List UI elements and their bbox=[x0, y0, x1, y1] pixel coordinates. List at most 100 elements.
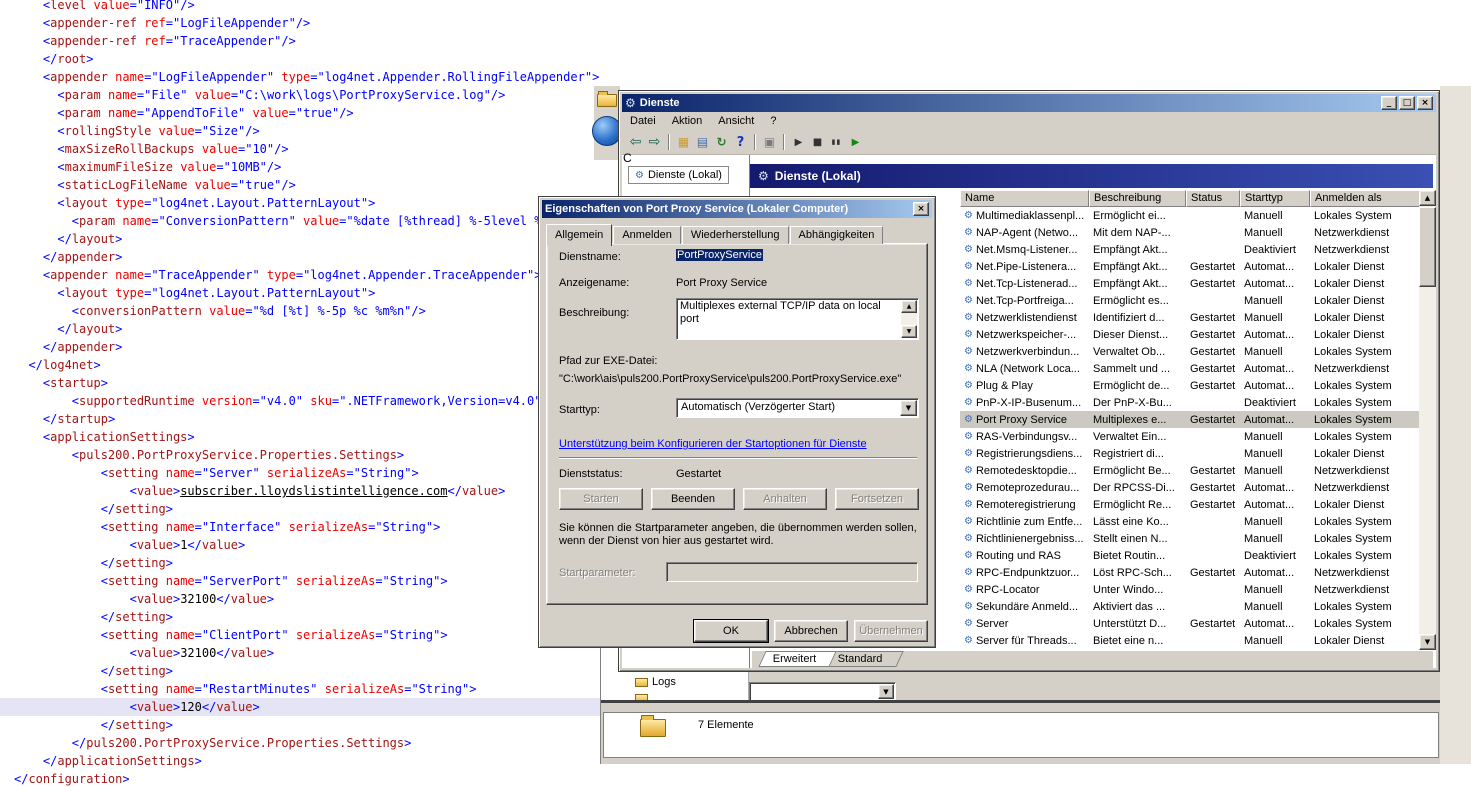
close-icon[interactable]: × bbox=[1417, 96, 1433, 110]
forward-icon[interactable]: ⇨ bbox=[645, 133, 664, 151]
übernehmen-button[interactable]: Übernehmen bbox=[854, 620, 928, 642]
back-icon[interactable]: ⇦ bbox=[626, 133, 645, 151]
folder-item[interactable]: Logs bbox=[635, 674, 748, 690]
service-row[interactable]: ⚙NetzwerklistendienstIdentifiziert d...G… bbox=[960, 309, 1420, 326]
service-row[interactable]: ⚙RPC-LocatorUnter Windo...ManuellNetzwer… bbox=[960, 581, 1420, 598]
toolbar: ⇦⇨▦▤↻?▣▶■▮▮▶ bbox=[622, 130, 1436, 155]
folder-item[interactable] bbox=[635, 690, 748, 700]
chevron-down-icon[interactable]: ▼ bbox=[900, 400, 917, 416]
service-row[interactable]: ⚙Richtlinienergebniss...Stellt einen N..… bbox=[960, 530, 1420, 547]
menu-item[interactable]: Datei bbox=[622, 113, 664, 129]
service-row[interactable]: ⚙Multimediaklassenpl...Ermöglicht ei...M… bbox=[960, 207, 1420, 224]
startup-type-select[interactable]: Automatisch (Verzögerter Start) ▼ bbox=[676, 398, 919, 418]
starten-button[interactable]: Starten bbox=[559, 488, 643, 510]
service-starttype: Manuell bbox=[1240, 312, 1310, 324]
service-gear-icon: ⚙ bbox=[964, 550, 973, 561]
column-header[interactable]: Starttyp bbox=[1240, 190, 1310, 207]
service-gear-icon: ⚙ bbox=[964, 516, 973, 527]
scrollbar-thumb[interactable] bbox=[1419, 207, 1436, 287]
service-logon-as: Lokaler Dienst bbox=[1310, 329, 1420, 341]
service-row[interactable]: ⚙Remoteprozedurau...Der RPCSS-Di...Gesta… bbox=[960, 479, 1420, 496]
vertical-scrollbar[interactable]: ▲ ▼ bbox=[1419, 190, 1436, 650]
abbrechen-button[interactable]: Abbrechen bbox=[774, 620, 848, 642]
services-app-icon: ⚙ bbox=[625, 96, 636, 110]
tab-wiederherstellung[interactable]: Wiederherstellung bbox=[682, 226, 789, 244]
menu-item[interactable]: Aktion bbox=[664, 113, 711, 129]
service-row[interactable]: ⚙Port Proxy ServiceMultiplexes e...Gesta… bbox=[960, 411, 1420, 428]
scroll-up-button[interactable]: ▲ bbox=[1419, 190, 1436, 206]
startparams-input[interactable] bbox=[666, 562, 918, 582]
service-row[interactable]: ⚙ServerUnterstützt D...GestartetAutomat.… bbox=[960, 615, 1420, 632]
beenden-button[interactable]: Beenden bbox=[651, 488, 735, 510]
dialog-titlebar[interactable]: Eigenschaften von Port Proxy Service (Lo… bbox=[542, 200, 932, 218]
window-controls: _□× bbox=[1379, 96, 1433, 110]
show-console-tree-icon[interactable]: ▦ bbox=[674, 133, 693, 151]
description-field[interactable]: Multiplexes external TCP/IP data on loca… bbox=[676, 298, 919, 340]
service-status: Gestartet bbox=[1186, 414, 1240, 426]
service-starttype: Deaktiviert bbox=[1240, 397, 1310, 409]
refresh-icon[interactable]: ↻ bbox=[712, 133, 731, 151]
service-row[interactable]: ⚙Remotedesktopdie...Ermöglicht Be...Gest… bbox=[960, 462, 1420, 479]
tab-abhängigkeiten[interactable]: Abhängigkeiten bbox=[790, 226, 884, 244]
service-row[interactable]: ⚙Net.Tcp-Portfreiga...Ermöglicht es...Ma… bbox=[960, 292, 1420, 309]
scroll-down-button[interactable]: ▼ bbox=[901, 325, 917, 338]
service-name-value[interactable]: PortProxyService bbox=[676, 249, 763, 261]
column-header[interactable]: Beschreibung bbox=[1089, 190, 1186, 207]
service-row[interactable]: ⚙Registrierungsdiens...Registriert di...… bbox=[960, 445, 1420, 462]
service-row[interactable]: ⚙Netzwerkverbindun...Verwaltet Ob...Gest… bbox=[960, 343, 1420, 360]
properties-icon[interactable]: ▣ bbox=[760, 133, 779, 151]
export-list-icon[interactable]: ▤ bbox=[693, 133, 712, 151]
startup-options-help-link[interactable]: Unterstützung beim Konfigurieren der Sta… bbox=[559, 438, 867, 450]
services-window-titlebar[interactable]: ⚙ Dienste _□× bbox=[622, 94, 1436, 112]
close-icon[interactable]: × bbox=[913, 202, 929, 216]
service-row[interactable]: ⚙Server für Threads...Bietet eine n...Ma… bbox=[960, 632, 1420, 649]
service-row[interactable]: ⚙Plug & PlayErmöglicht de...GestartetAut… bbox=[960, 377, 1420, 394]
service-row[interactable]: ⚙Net.Msmq-Listener...Empfängt Akt...Deak… bbox=[960, 241, 1420, 258]
service-row[interactable]: ⚙Richtlinie zum Entfe...Lässt eine Ko...… bbox=[960, 513, 1420, 530]
scroll-up-button[interactable]: ▲ bbox=[901, 300, 917, 313]
stop-service-icon[interactable]: ■ bbox=[808, 133, 827, 151]
service-row[interactable]: ⚙Netzwerkspeicher-...Dieser Dienst...Ges… bbox=[960, 326, 1420, 343]
chevron-down-icon[interactable]: ▼ bbox=[878, 684, 894, 699]
column-header[interactable]: Anmelden als bbox=[1310, 190, 1420, 207]
ok-button[interactable]: OK bbox=[694, 620, 768, 642]
start-service-icon[interactable]: ▶ bbox=[789, 133, 808, 151]
tree-item-dienste-lokal[interactable]: ⚙ Dienste (Lokal) bbox=[628, 166, 729, 184]
code-line: <level value="INFO"/> bbox=[0, 0, 1471, 14]
service-row[interactable]: ⚙Net.Tcp-Listenerad...Empfängt Akt...Ges… bbox=[960, 275, 1420, 292]
service-row[interactable]: ⚙PnP-X-IP-Busenum...Der PnP-X-Bu...Deakt… bbox=[960, 394, 1420, 411]
service-row[interactable]: ⚙RemoteregistrierungErmöglicht Re...Gest… bbox=[960, 496, 1420, 513]
explorer-dropdown[interactable]: ▼ bbox=[749, 682, 896, 701]
help-icon[interactable]: ? bbox=[731, 133, 750, 151]
fortsetzen-button[interactable]: Fortsetzen bbox=[835, 488, 919, 510]
scroll-down-button[interactable]: ▼ bbox=[1419, 634, 1436, 650]
menu-item[interactable]: ? bbox=[762, 113, 784, 129]
service-description: Verwaltet Ob... bbox=[1089, 346, 1186, 358]
menubar: DateiAktionAnsicht? bbox=[622, 112, 1436, 130]
column-header[interactable]: Status bbox=[1186, 190, 1240, 207]
tab-allgemein[interactable]: Allgemein bbox=[546, 224, 612, 246]
service-row[interactable]: ⚙NLA (Network Loca...Sammelt und ...Gest… bbox=[960, 360, 1420, 377]
service-starttype: Manuell bbox=[1240, 346, 1310, 358]
service-row[interactable]: ⚙Net.Pipe-Listenera...Empfängt Akt...Ges… bbox=[960, 258, 1420, 275]
service-row[interactable]: ⚙RPC-Endpunktzuor...Löst RPC-Sch...Gesta… bbox=[960, 564, 1420, 581]
service-row[interactable]: ⚙Sekundäre Anmeld...Aktiviert das ...Man… bbox=[960, 598, 1420, 615]
service-row[interactable]: ⚙RAS-Verbindungsv...Verwaltet Ein...Manu… bbox=[960, 428, 1420, 445]
column-header[interactable]: Name bbox=[960, 190, 1089, 207]
menu-item[interactable]: Ansicht bbox=[710, 113, 762, 129]
restart-service-icon[interactable]: ▶ bbox=[846, 133, 865, 151]
startup-type-label: Starttyp: bbox=[559, 404, 600, 416]
anhalten-button[interactable]: Anhalten bbox=[743, 488, 827, 510]
service-description: Unter Windo... bbox=[1089, 584, 1186, 596]
service-name: Multimediaklassenpl... bbox=[976, 210, 1084, 222]
maximize-icon[interactable]: □ bbox=[1399, 96, 1415, 110]
pause-service-icon[interactable]: ▮▮ bbox=[827, 133, 846, 151]
view-tab[interactable]: Erweitert bbox=[758, 651, 837, 667]
minimize-icon[interactable]: _ bbox=[1381, 96, 1397, 110]
service-row[interactable]: ⚙NAP-Agent (Netwo...Mit dem NAP-...Manue… bbox=[960, 224, 1420, 241]
tab-anmelden[interactable]: Anmelden bbox=[613, 226, 681, 244]
service-gear-icon: ⚙ bbox=[964, 261, 973, 272]
service-row[interactable]: ⚙Routing und RASBietet Routin...Deaktivi… bbox=[960, 547, 1420, 564]
description-scrollbar[interactable]: ▲ ▼ bbox=[901, 300, 917, 338]
service-gear-icon: ⚙ bbox=[964, 567, 973, 578]
